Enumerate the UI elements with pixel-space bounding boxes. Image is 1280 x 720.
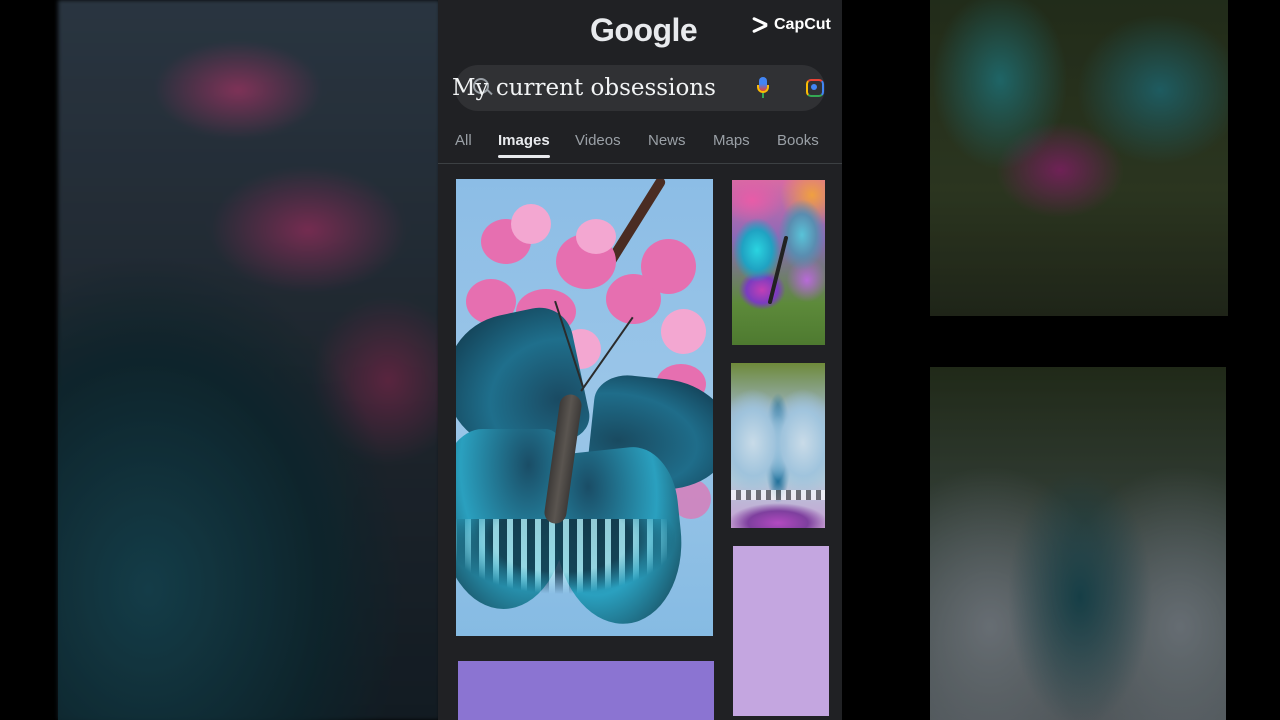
tab-books[interactable]: Books [777, 132, 819, 149]
active-tab-indicator [498, 155, 550, 158]
divider [438, 163, 842, 164]
tab-videos[interactable]: Videos [575, 132, 621, 149]
tab-images[interactable]: Images [498, 132, 550, 149]
capcut-label: CapCut [774, 16, 831, 33]
tab-news[interactable]: News [648, 132, 686, 149]
header: Google CapCut My current obsessions All … [438, 0, 842, 165]
microphone-icon[interactable] [757, 77, 769, 99]
blurred-backdrop-right-top [930, 0, 1228, 316]
image-result-lilac-swatch[interactable] [733, 546, 829, 716]
google-images-screen: Google CapCut My current obsessions All … [438, 0, 842, 720]
google-logo[interactable]: Google [590, 12, 698, 49]
blurred-butterfly-wing [58, 210, 418, 720]
search-tabs: All Images Videos News Maps Books [438, 128, 842, 164]
tab-maps[interactable]: Maps [713, 132, 750, 149]
image-result-colorful-butterfly[interactable] [732, 180, 825, 345]
search-bar[interactable]: My current obsessions [452, 65, 825, 111]
capcut-icon [750, 16, 770, 34]
google-lens-icon[interactable] [806, 79, 824, 97]
capcut-watermark: CapCut [750, 16, 831, 34]
blurred-backdrop-right-bottom [930, 367, 1226, 720]
video-frame: Google CapCut My current obsessions All … [0, 0, 1280, 720]
image-result-purple-swatch[interactable] [458, 661, 714, 720]
tab-all[interactable]: All [455, 132, 472, 149]
search-query[interactable]: My current obsessions [452, 75, 716, 101]
image-result-pale-blue-butterfly[interactable] [731, 363, 825, 528]
image-result-blue-butterfly[interactable] [456, 179, 713, 636]
